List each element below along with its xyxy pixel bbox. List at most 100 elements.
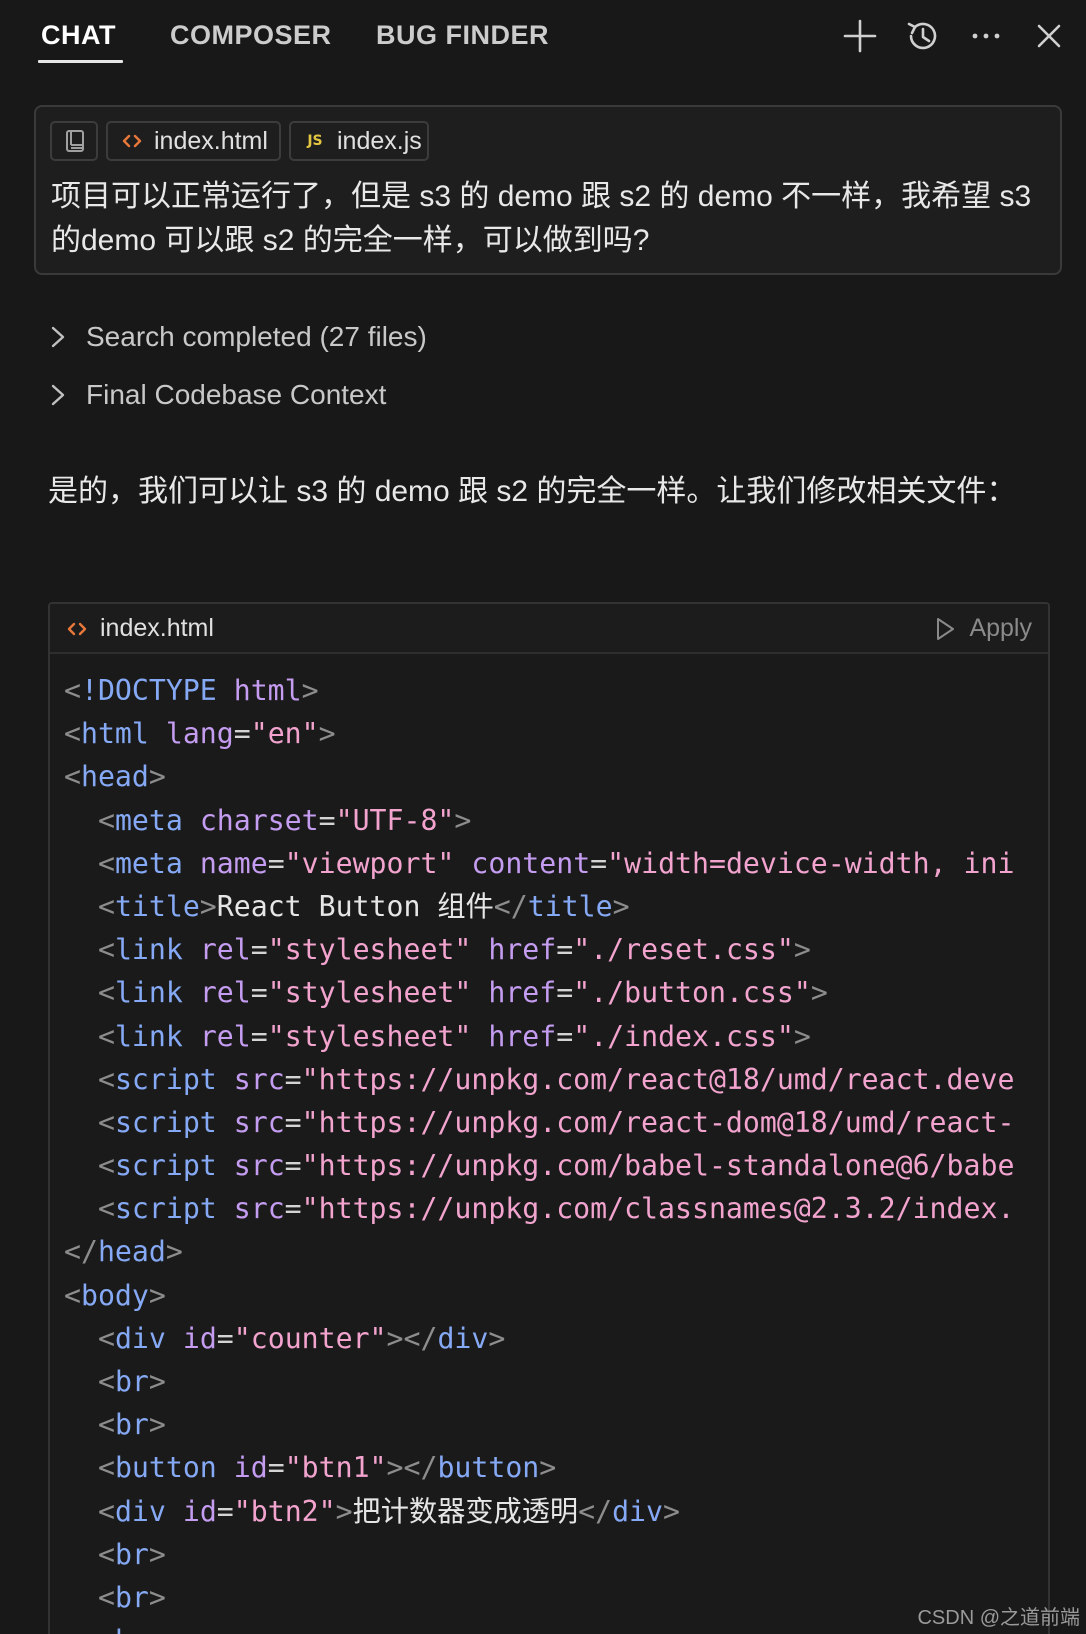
code-line: <br> (64, 1360, 1044, 1403)
code-line: <div id="counter"></div> (64, 1317, 1044, 1360)
code-token: < (97, 1494, 115, 1528)
code-token: > (148, 760, 166, 794)
plus-icon[interactable] (840, 16, 880, 56)
code-token: React Button 组件 (216, 889, 494, 923)
code-filename[interactable]: index.html (66, 614, 214, 643)
code-token: > (454, 803, 472, 837)
play-icon (937, 617, 955, 640)
code-token: html (80, 717, 149, 751)
code-line: <script src="https://unpkg.com/react@18/… (64, 1058, 1044, 1101)
code-token: "width=device-width, ini (607, 846, 1015, 880)
code-token: < (64, 760, 81, 794)
code-line: <link rel="stylesheet" href="./button.cs… (64, 971, 1044, 1014)
tab-composer[interactable]: COMPOSER (170, 20, 332, 51)
code-line: <link rel="stylesheet" href="./reset.css… (64, 928, 1044, 971)
code-token: > (662, 1494, 680, 1528)
code-token: "UTF-8" (335, 803, 455, 837)
context-chip-index-js[interactable]: JS index.js (289, 121, 429, 161)
code-line: <body> (64, 1274, 1044, 1317)
context-chip-index-html[interactable]: index.html (106, 121, 281, 161)
code-token: title (114, 889, 200, 923)
code-token: = (250, 976, 268, 1010)
apply-button[interactable]: Apply (933, 614, 1032, 643)
code-token: > (148, 1408, 166, 1442)
code-token: = (284, 1149, 302, 1183)
code-token: > (612, 889, 630, 923)
context-chip-book[interactable] (50, 121, 98, 161)
html-file-icon (66, 618, 90, 640)
code-token: head (97, 1235, 166, 1269)
code-token: script (114, 1192, 217, 1226)
code-token: < (97, 1365, 115, 1398)
code-line: <button id="btn1"></button> (64, 1446, 1044, 1489)
code-line: <script src="https://unpkg.com/react-dom… (64, 1101, 1044, 1144)
code-filename-label: index.html (100, 614, 214, 642)
tab-bug-finder[interactable]: BUG FINDER (376, 20, 549, 51)
code-token: = (556, 976, 574, 1010)
code-token: br (114, 1580, 149, 1614)
code-token: > (810, 976, 828, 1010)
code-token: "./button.css" (573, 976, 811, 1010)
code-token: < (97, 933, 115, 967)
chat-panel: CHAT COMPOSER BUG FINDER index.html JS i… (0, 0, 1086, 1634)
code-token: > (199, 889, 217, 923)
code-token: = (233, 717, 251, 751)
code-token: script (114, 1062, 217, 1096)
code-token: = (556, 933, 574, 967)
code-token: = (216, 1321, 234, 1355)
book-icon (61, 128, 89, 154)
close-icon[interactable] (1029, 16, 1069, 56)
code-token: = (284, 1105, 302, 1139)
more-icon[interactable] (966, 16, 1006, 56)
code-token: button (114, 1451, 217, 1485)
code-token: = (267, 1451, 285, 1485)
code-line: <meta charset="UTF-8"> (64, 799, 1044, 842)
code-line: <!DOCTYPE html> (64, 669, 1044, 712)
code-token: > (148, 1537, 166, 1571)
tab-chat[interactable]: CHAT (41, 20, 116, 51)
user-message[interactable]: index.html JS index.js 项目可以正常运行了，但是 s3 的… (34, 105, 1062, 275)
code-token: ></ (386, 1321, 438, 1355)
code-token: "stylesheet" (267, 1019, 472, 1053)
code-token: > (539, 1451, 557, 1485)
apply-label: Apply (969, 614, 1032, 642)
code-token: < (97, 1451, 115, 1485)
codebase-context-toggle[interactable]: Final Codebase Context (48, 375, 386, 415)
code-content[interactable]: <!DOCTYPE html> <html lang="en"> <head> <m… (64, 669, 1044, 1634)
code-token: "https://unpkg.com/react-dom@18/umd/reac… (301, 1105, 1015, 1139)
search-completed-toggle[interactable]: Search completed (27 files) (48, 317, 427, 357)
code-token: < (64, 1278, 81, 1312)
code-token: rel (199, 976, 251, 1010)
code-token: > (318, 717, 336, 751)
history-icon[interactable] (903, 16, 943, 56)
code-token: < (97, 976, 115, 1010)
code-token: link (114, 976, 183, 1010)
assistant-message: 是的，我们可以让 s3 的 demo 跟 s2 的完全一样。让我们修改相关文件： (48, 475, 1017, 508)
code-token: "counter" (233, 1321, 387, 1355)
html-file-icon (118, 130, 146, 152)
code-token: < (64, 717, 81, 751)
code-token: < (97, 1105, 115, 1139)
code-token: src (233, 1192, 285, 1226)
collapsible-label: Search completed (27 files) (86, 321, 427, 352)
code-token: link (114, 933, 183, 967)
code-token: div (114, 1321, 166, 1355)
code-token: src (233, 1149, 285, 1183)
